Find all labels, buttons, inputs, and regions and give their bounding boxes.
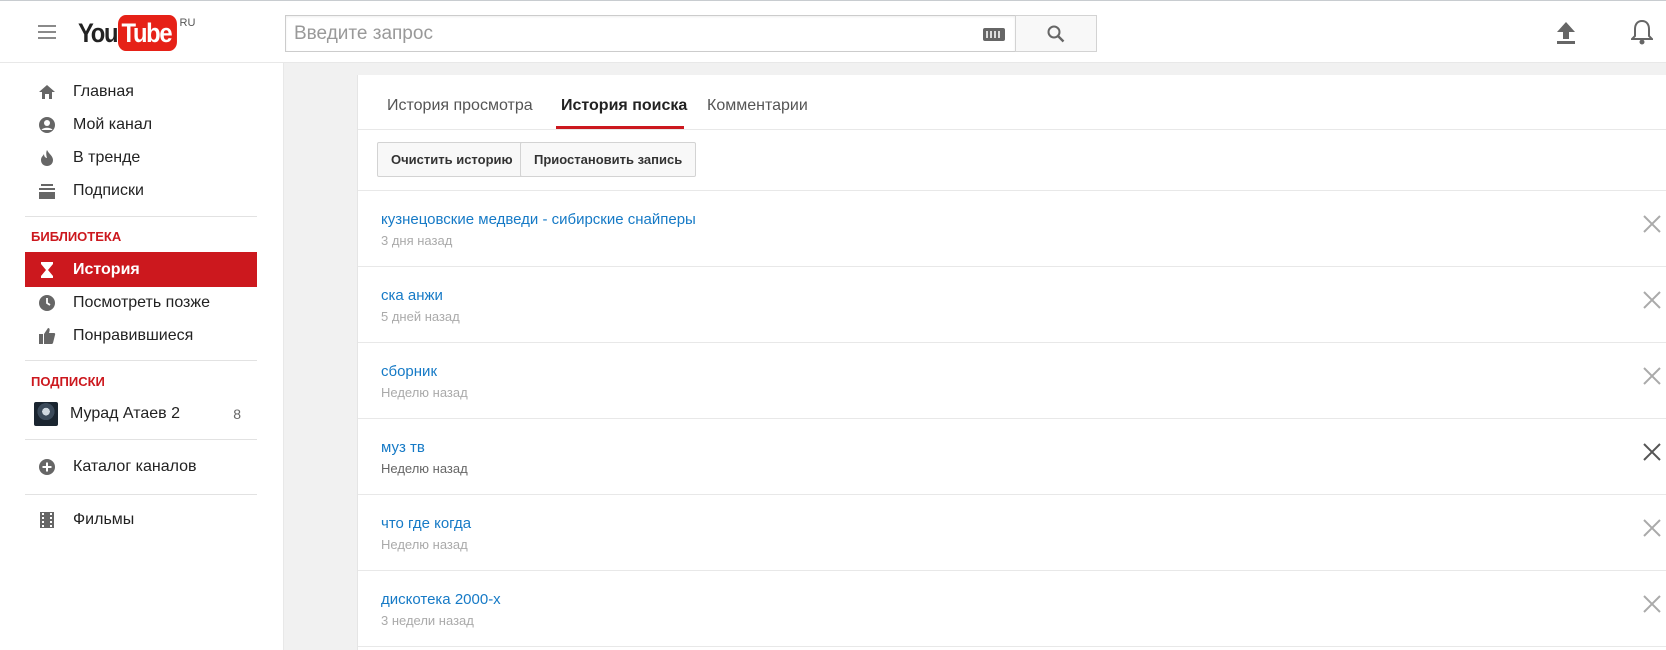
channel-avatar bbox=[34, 401, 58, 426]
search-query-link[interactable]: дискотека 2000-х bbox=[381, 591, 501, 608]
list-item: ска анжи 5 дней назад bbox=[358, 267, 1666, 343]
avatar bbox=[34, 401, 58, 426]
close-icon[interactable] bbox=[1641, 365, 1663, 387]
flame-icon bbox=[37, 148, 57, 168]
list-item: дискотека 2000-х 3 недели назад bbox=[358, 571, 1666, 647]
logo-you-text: You bbox=[78, 18, 118, 48]
history-tabs: История просмотра История поиска Коммент… bbox=[358, 75, 1666, 130]
sidebar: Главная Мой канал В тренде Подписки БИБЛ… bbox=[0, 63, 284, 650]
search-time: 5 дней назад bbox=[381, 309, 460, 324]
sidebar-item-label: Главная bbox=[73, 82, 134, 100]
close-icon[interactable] bbox=[1641, 213, 1663, 235]
active-tab-indicator bbox=[556, 126, 684, 129]
sidebar-item-home[interactable]: Главная bbox=[25, 74, 257, 109]
search-query-link[interactable]: сборник bbox=[381, 363, 437, 380]
search-query-link[interactable]: ска анжи bbox=[381, 287, 443, 304]
close-icon[interactable] bbox=[1641, 593, 1663, 615]
list-item: сборник Неделю назад bbox=[358, 343, 1666, 419]
account-icon bbox=[37, 115, 57, 135]
add-circle-icon bbox=[37, 457, 57, 477]
list-item: что где когда Неделю назад bbox=[358, 495, 1666, 571]
search-time: Неделю назад bbox=[381, 385, 468, 400]
search-time: Неделю назад bbox=[381, 537, 468, 552]
sidebar-item-label: История bbox=[73, 260, 140, 278]
sidebar-item-subscriptions[interactable]: Подписки bbox=[25, 173, 257, 208]
search-icon bbox=[1047, 25, 1065, 43]
sidebar-item-history[interactable]: История bbox=[25, 252, 257, 287]
sidebar-item-label: Посмотреть позже bbox=[73, 293, 210, 311]
close-icon[interactable] bbox=[1641, 289, 1663, 311]
youtube-logo[interactable]: You Tube RU bbox=[78, 15, 195, 51]
tab-comments[interactable]: Комментарии bbox=[707, 97, 808, 115]
new-videos-count: 8 bbox=[233, 405, 241, 422]
sidebar-item-label: Мурад Атаев 2 bbox=[70, 404, 181, 422]
subscriptions-section-title: ПОДПИСКИ bbox=[31, 374, 105, 389]
home-icon bbox=[37, 82, 57, 102]
search-query-link[interactable]: кузнецовские медведи - сибирские снайпер… bbox=[381, 211, 696, 228]
sidebar-item-label: Подписки bbox=[73, 181, 144, 199]
sidebar-item-label: Мой канал bbox=[73, 115, 153, 133]
search-button[interactable] bbox=[1015, 15, 1097, 52]
tab-watch-history[interactable]: История просмотра bbox=[387, 97, 533, 115]
search-input[interactable] bbox=[286, 16, 946, 51]
pause-history-button[interactable]: Приостановить запись bbox=[520, 142, 697, 177]
search-time: 3 недели назад bbox=[381, 613, 474, 628]
sidebar-divider bbox=[25, 494, 257, 495]
sidebar-item-label: Каталог каналов bbox=[73, 457, 197, 475]
film-icon bbox=[37, 510, 57, 530]
sidebar-divider bbox=[25, 360, 257, 361]
sidebar-item-trending[interactable]: В тренде bbox=[25, 140, 257, 175]
close-icon[interactable] bbox=[1641, 517, 1663, 539]
sidebar-item-liked[interactable]: Понравившиеся bbox=[25, 318, 257, 353]
history-panel: История просмотра История поиска Коммент… bbox=[357, 75, 1666, 650]
clear-history-button[interactable]: Очистить историю bbox=[377, 142, 527, 177]
list-item: кузнецовские медведи - сибирские снайпер… bbox=[358, 191, 1666, 267]
hourglass-icon bbox=[37, 260, 57, 280]
sidebar-item-label: Понравившиеся bbox=[73, 326, 194, 344]
search-history-list: кузнецовские медведи - сибирские снайпер… bbox=[358, 190, 1666, 647]
tab-search-history[interactable]: История поиска bbox=[561, 97, 687, 115]
list-item: муз тв Неделю назад bbox=[358, 419, 1666, 495]
upload-icon[interactable] bbox=[1555, 21, 1577, 45]
search-time: 3 дня назад bbox=[381, 233, 453, 248]
sidebar-item-subscription-channel[interactable]: Мурад Атаев 2 8 bbox=[25, 396, 257, 431]
sidebar-item-movies[interactable]: Фильмы bbox=[25, 502, 257, 537]
thumbs-up-icon bbox=[37, 326, 57, 346]
search-query-link[interactable]: муз тв bbox=[381, 439, 425, 456]
search-box bbox=[285, 15, 1015, 52]
subscriptions-icon bbox=[37, 181, 57, 201]
sidebar-divider bbox=[25, 216, 257, 217]
sidebar-divider bbox=[25, 439, 257, 440]
sidebar-item-watch-later[interactable]: Посмотреть позже bbox=[25, 285, 257, 320]
sidebar-item-my-channel[interactable]: Мой канал bbox=[25, 107, 257, 142]
menu-icon[interactable] bbox=[38, 25, 56, 39]
search-time: Неделю назад bbox=[381, 461, 468, 476]
keyboard-icon[interactable] bbox=[983, 28, 1005, 41]
search-query-link[interactable]: что где когда bbox=[381, 515, 471, 532]
logo-region-label: RU bbox=[179, 17, 196, 29]
library-section-title: БИБЛИОТЕКА bbox=[31, 229, 122, 244]
logo-tube-text: Tube bbox=[118, 15, 177, 51]
sidebar-item-label: В тренде bbox=[73, 148, 141, 166]
close-icon[interactable] bbox=[1641, 441, 1663, 463]
masthead: You Tube RU bbox=[0, 0, 1666, 63]
sidebar-item-channel-catalog[interactable]: Каталог каналов bbox=[25, 449, 257, 484]
clock-icon bbox=[37, 293, 57, 313]
sidebar-item-label: Фильмы bbox=[73, 510, 135, 528]
bell-icon[interactable] bbox=[1631, 19, 1653, 45]
